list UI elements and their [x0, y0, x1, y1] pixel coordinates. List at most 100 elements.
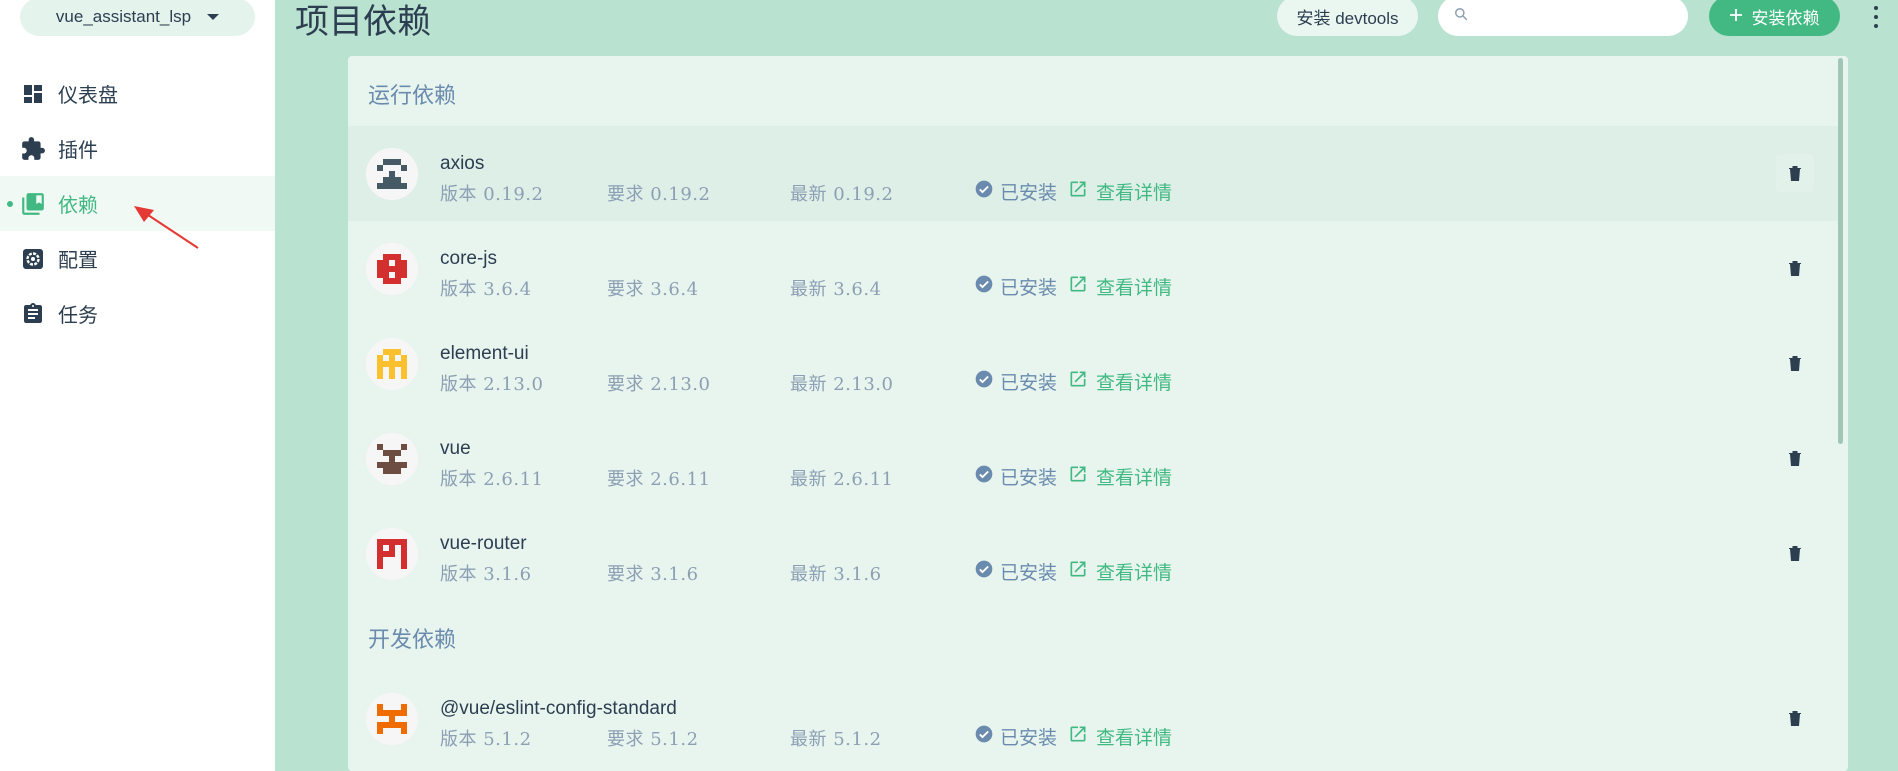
install-dependency-button[interactable]: 安装依赖: [1709, 0, 1840, 36]
sidebar-item-label: 插件: [58, 140, 98, 162]
page-title: 项目依赖: [295, 3, 431, 41]
puzzle-icon: [20, 136, 46, 162]
delete-button[interactable]: [1776, 249, 1814, 287]
status-badge: 已安装: [974, 273, 1057, 300]
search-input[interactable]: [1478, 7, 1678, 25]
trash-icon: [1789, 711, 1801, 726]
view-details-label: 查看详情: [1096, 278, 1173, 299]
wanted-version: 要求 2.13.0: [607, 374, 711, 395]
view-details-label: 查看详情: [1096, 373, 1173, 394]
install-devtools-button[interactable]: 安装 devtools: [1277, 0, 1418, 36]
search-box[interactable]: [1438, 0, 1688, 36]
latest-version: 最新 3.6.4: [790, 279, 882, 300]
package-avatar-icon: [366, 693, 418, 745]
clipboard-icon: [20, 301, 46, 327]
package-avatar-icon: [366, 528, 418, 580]
sidebar-item-label: 任务: [58, 305, 98, 327]
view-details-label: 查看详情: [1096, 468, 1173, 489]
package-avatar-icon: [366, 148, 418, 200]
library-icon: [20, 191, 46, 217]
dependency-name: vue-router: [440, 533, 527, 554]
dependency-item-eslint-config-standard[interactable]: @vue/eslint-config-standard 版本 5.1.2 要求 …: [348, 671, 1838, 766]
installed-version: 版本 2.6.11: [440, 469, 544, 490]
delete-button[interactable]: [1776, 154, 1814, 192]
view-details-link[interactable]: 查看详情: [1068, 178, 1172, 205]
installed-version: 版本 2.13.0: [440, 374, 544, 395]
latest-version: 最新 2.6.11: [790, 469, 894, 490]
check-circle-icon: [974, 464, 994, 490]
installed-version: 版本 5.1.2: [440, 729, 532, 750]
dependency-item-vue-router[interactable]: vue-router 版本 3.1.6 要求 3.1.6 最新 3.1.6 已安…: [348, 506, 1838, 601]
status-text: 已安装: [1000, 468, 1058, 489]
check-circle-icon: [974, 724, 994, 750]
installed-version: 版本 3.1.6: [440, 564, 532, 585]
check-circle-icon: [974, 559, 994, 585]
open-in-new-icon: [1068, 274, 1088, 300]
wanted-version: 要求 0.19.2: [607, 184, 711, 205]
view-details-label: 查看详情: [1096, 563, 1173, 584]
dependency-name: core-js: [440, 248, 498, 269]
status-badge: 已安装: [974, 368, 1057, 395]
wanted-version: 要求 3.1.6: [607, 564, 699, 585]
dependency-name: axios: [440, 153, 485, 174]
view-details-link[interactable]: 查看详情: [1068, 558, 1172, 585]
project-selector[interactable]: vue_assistant_lsp: [20, 0, 255, 36]
install-dependency-label: 安装依赖: [1751, 8, 1820, 28]
project-name: vue_assistant_lsp: [55, 7, 192, 26]
open-in-new-icon: [1068, 559, 1088, 585]
trash-icon: [1789, 261, 1801, 276]
latest-version: 最新 3.1.6: [790, 564, 882, 585]
installed-version: 版本 0.19.2: [440, 184, 544, 205]
trash-icon: [1789, 166, 1801, 181]
installed-version: 版本 3.6.4: [440, 279, 532, 300]
dependency-item-axios[interactable]: axios 版本 0.19.2 要求 0.19.2 最新 0.19.2 已安装 …: [348, 126, 1838, 221]
sidebar-item-tasks[interactable]: 任务: [0, 286, 275, 341]
open-in-new-icon: [1068, 724, 1088, 750]
view-details-link[interactable]: 查看详情: [1068, 723, 1172, 750]
caret-down-icon: [207, 14, 220, 20]
open-in-new-icon: [1068, 369, 1088, 395]
sidebar-item-plugins[interactable]: 插件: [0, 121, 275, 176]
sidebar-item-label: 依赖: [58, 195, 98, 217]
latest-version: 最新 2.13.0: [790, 374, 894, 395]
view-details-link[interactable]: 查看详情: [1068, 463, 1172, 490]
delete-button[interactable]: [1776, 439, 1814, 477]
delete-button[interactable]: [1776, 534, 1814, 572]
dependency-name: element-ui: [440, 343, 529, 364]
trash-icon: [1789, 546, 1801, 561]
annotation-arrow: [134, 206, 199, 249]
package-avatar-icon: [366, 338, 418, 390]
sidebar-item-label: 配置: [58, 250, 98, 272]
trash-icon: [1789, 356, 1801, 371]
settings-icon: [20, 246, 46, 272]
package-avatar-icon: [366, 243, 418, 295]
status-badge: 已安装: [974, 178, 1057, 205]
view-details-link[interactable]: 查看详情: [1068, 368, 1172, 395]
dependencies-panel: 运行依赖 axios 版本 0.19.2 要求 0.19.2 最新 0.19.2…: [348, 56, 1848, 771]
sidebar: vue_assistant_lsp 仪表盘 插件 依赖 配置 任务: [0, 0, 275, 771]
section-title-runtime: 运行依赖: [368, 83, 457, 108]
more-vertical-icon[interactable]: [1873, 6, 1879, 28]
active-indicator: [7, 201, 13, 207]
dependency-item-core-js[interactable]: core-js 版本 3.6.4 要求 3.6.4 最新 3.6.4 已安装 查…: [348, 221, 1838, 316]
latest-version: 最新 0.19.2: [790, 184, 894, 205]
sidebar-item-dashboard[interactable]: 仪表盘: [0, 66, 275, 121]
delete-button[interactable]: [1776, 344, 1814, 382]
wanted-version: 要求 2.6.11: [607, 469, 711, 490]
scrollbar[interactable]: [1838, 58, 1843, 444]
delete-button[interactable]: [1776, 699, 1814, 737]
wanted-version: 要求 5.1.2: [607, 729, 699, 750]
sidebar-item-label: 仪表盘: [58, 85, 118, 107]
check-circle-icon: [974, 179, 994, 205]
status-text: 已安装: [1000, 278, 1058, 299]
section-title-dev: 开发依赖: [368, 627, 457, 652]
dependency-name: @vue/eslint-config-standard: [440, 698, 677, 719]
dependency-item-element-ui[interactable]: element-ui 版本 2.13.0 要求 2.13.0 最新 2.13.0…: [348, 316, 1838, 411]
latest-version: 最新 5.1.2: [790, 729, 882, 750]
view-details-link[interactable]: 查看详情: [1068, 273, 1172, 300]
dependency-item-vue[interactable]: vue 版本 2.6.11 要求 2.6.11 最新 2.6.11 已安装 查看…: [348, 411, 1838, 506]
status-badge: 已安装: [974, 463, 1057, 490]
view-details-label: 查看详情: [1096, 728, 1173, 749]
view-details-label: 查看详情: [1096, 183, 1173, 204]
open-in-new-icon: [1068, 464, 1088, 490]
